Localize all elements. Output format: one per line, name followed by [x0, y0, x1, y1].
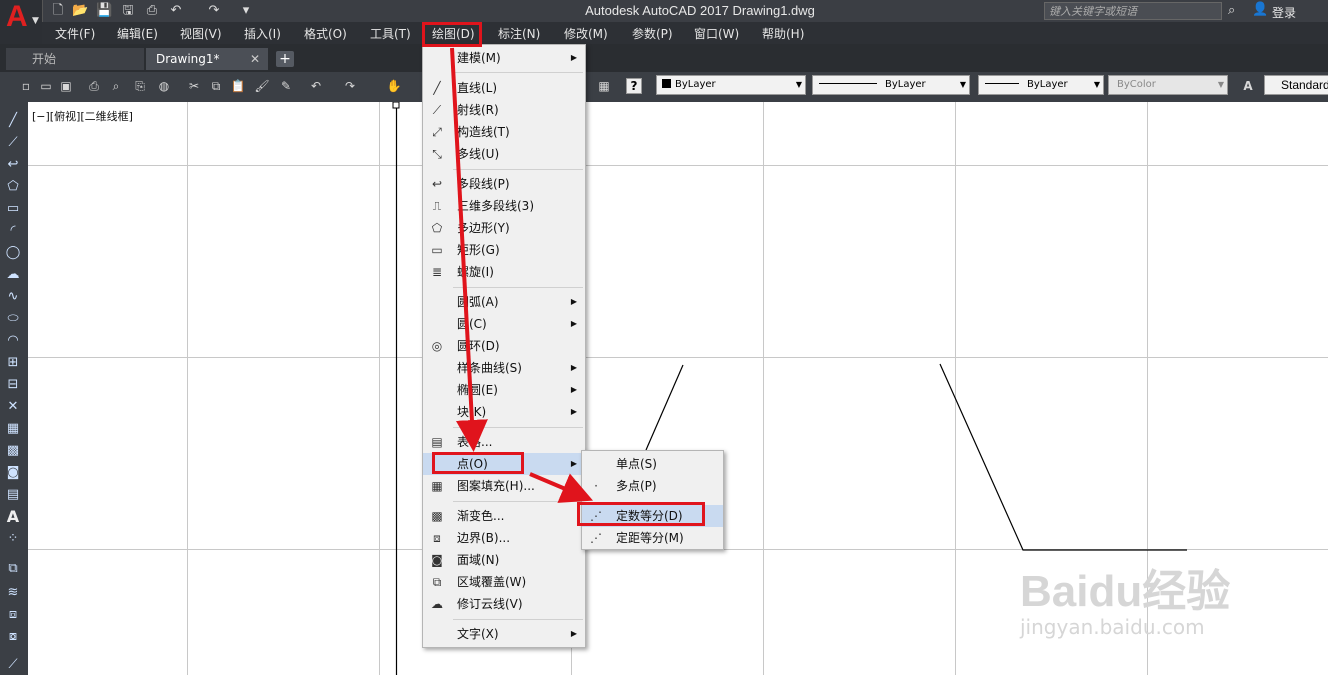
watermark-url: jingyan.baidu.com [1020, 615, 1205, 639]
watermark-brand: Baidu经验 [1020, 567, 1231, 616]
arrow-to-divide [529, 472, 594, 503]
watermark: Baidu经验 jingyan.baidu.com [1020, 555, 1230, 639]
arrow-to-point [450, 47, 488, 452]
